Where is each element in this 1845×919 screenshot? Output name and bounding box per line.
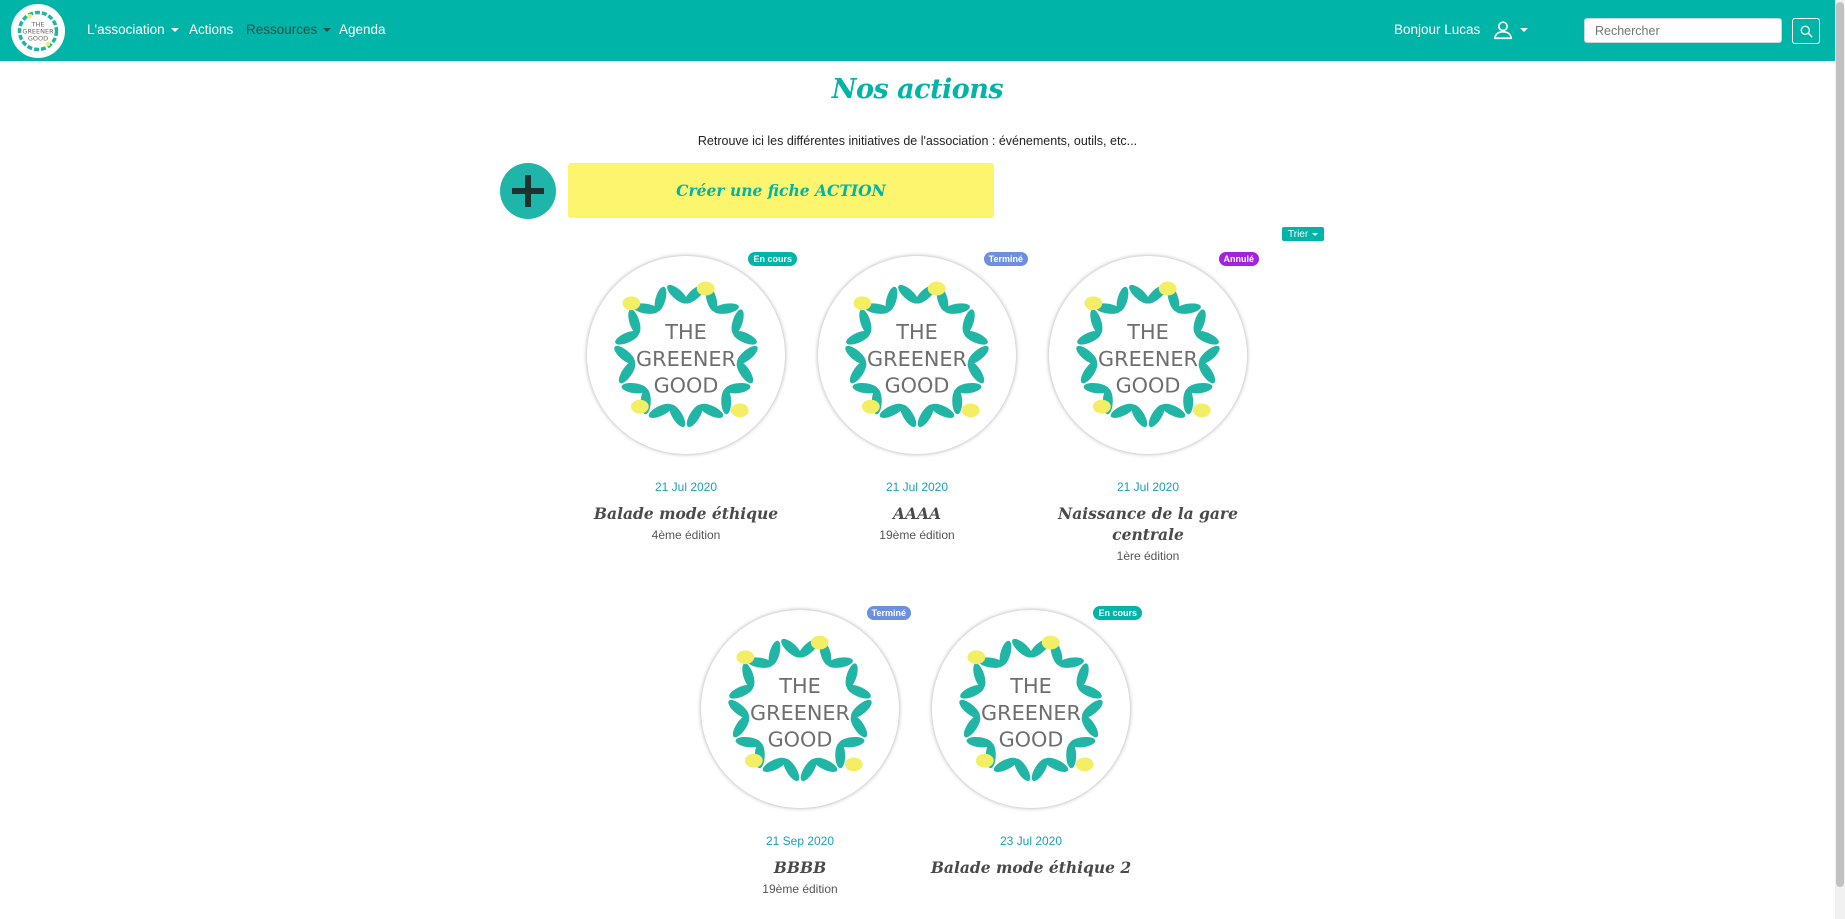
caret-down-icon — [1520, 28, 1528, 32]
caret-down-icon — [323, 28, 332, 33]
status-badge: En cours — [748, 252, 797, 266]
caret-down-icon — [1312, 232, 1319, 236]
sort-dropdown[interactable]: Trier — [1282, 227, 1325, 241]
svg-text:GREENER: GREENER — [981, 701, 1081, 725]
intro-text: Retrouve ici les différentes initiatives… — [697, 134, 1138, 148]
svg-text:THE: THE — [1009, 674, 1051, 698]
action-edition: 1ère édition — [1116, 549, 1180, 563]
nav-item-actions[interactable]: Actions — [189, 22, 233, 37]
action-title[interactable]: Balade mode éthique — [571, 503, 801, 524]
navbar: THE GREENER GOOD L'association Actions R… — [0, 0, 1835, 61]
user-greeting: Bonjour Lucas — [1394, 22, 1481, 37]
nav-item-label: L'association — [87, 22, 165, 37]
user-menu-button[interactable] — [1492, 19, 1528, 41]
action-card[interactable]: THE GREENER GOOD Terminé 21 Jul 2020 AAA… — [802, 252, 1032, 542]
svg-text:GOOD: GOOD — [999, 728, 1064, 752]
svg-text:GOOD: GOOD — [654, 374, 719, 398]
wreath-logo-icon: THE GREENER GOOD — [614, 281, 758, 427]
action-card[interactable]: THE GREENER GOOD Annulé 21 Jul 2020 Nais… — [1033, 252, 1263, 563]
action-title[interactable]: Naissance de la gare centrale — [1033, 503, 1263, 545]
user-icon — [1493, 21, 1513, 40]
wreath-logo-icon: THE GREENER GOOD — [959, 635, 1103, 781]
action-image[interactable]: THE GREENER GOOD Terminé — [701, 606, 911, 808]
search-button[interactable] — [1792, 18, 1820, 44]
action-date: 21 Sep 2020 — [765, 834, 835, 848]
svg-text:GOOD: GOOD — [28, 35, 48, 43]
status-badge: Annulé — [1218, 252, 1259, 266]
create-action-label: Créer une fiche ACTION — [676, 181, 886, 200]
logo[interactable]: THE GREENER GOOD — [11, 4, 65, 58]
action-image[interactable]: THE GREENER GOOD Annulé — [1049, 252, 1259, 454]
sort-label: Trier — [1288, 228, 1309, 240]
action-title[interactable]: BBBB — [685, 857, 915, 878]
status-badge: Terminé — [983, 252, 1028, 266]
action-edition: 19ème édition — [762, 882, 838, 896]
action-title[interactable]: AAAA — [802, 503, 1032, 524]
action-image[interactable]: THE GREENER GOOD Terminé — [818, 252, 1028, 454]
action-edition: 4ème édition — [651, 528, 721, 542]
action-card[interactable]: THE GREENER GOOD En cours 21 Jul 2020 Ba… — [571, 252, 801, 542]
status-badge: Terminé — [866, 606, 911, 620]
svg-text:THE: THE — [895, 320, 937, 344]
wreath-logo-icon: THE GREENER GOOD — [17, 10, 59, 52]
wreath-logo-icon: THE GREENER GOOD — [845, 281, 989, 427]
add-action-button[interactable] — [500, 163, 556, 219]
nav-item-association[interactable]: L'association — [87, 22, 179, 37]
action-card[interactable]: THE GREENER GOOD Terminé 21 Sep 2020 BBB… — [685, 606, 915, 896]
action-date: 21 Jul 2020 — [885, 480, 949, 494]
svg-text:THE: THE — [1126, 320, 1168, 344]
action-image[interactable]: THE GREENER GOOD En cours — [932, 606, 1142, 808]
svg-text:GREENER: GREENER — [636, 347, 736, 371]
svg-text:GREENER: GREENER — [750, 701, 850, 725]
action-date: 21 Jul 2020 — [1116, 480, 1180, 494]
status-badge: En cours — [1093, 606, 1142, 620]
page-title: Nos actions — [831, 74, 1004, 105]
caret-down-icon — [170, 28, 179, 33]
create-action-button[interactable]: Créer une fiche ACTION — [568, 163, 994, 218]
search-icon — [1800, 25, 1813, 38]
nav-item-label: Actions — [189, 22, 234, 37]
svg-text:GOOD: GOOD — [1116, 374, 1181, 398]
wreath-logo-icon: THE GREENER GOOD — [728, 635, 872, 781]
action-date: 23 Jul 2020 — [999, 834, 1063, 848]
svg-text:GOOD: GOOD — [768, 728, 833, 752]
wreath-logo-icon: THE GREENER GOOD — [1076, 281, 1220, 427]
action-edition: 19ème édition — [879, 528, 955, 542]
action-title[interactable]: Balade mode éthique 2 — [916, 857, 1146, 878]
nav-item-label: Ressources — [246, 22, 318, 37]
nav-item-ressources[interactable]: Ressources — [246, 22, 332, 37]
scrollbar-thumb[interactable] — [1836, 2, 1844, 887]
search-input[interactable] — [1584, 18, 1782, 43]
svg-text:GREENER: GREENER — [1098, 347, 1198, 371]
plus-icon — [512, 175, 544, 207]
svg-text:THE: THE — [778, 674, 820, 698]
svg-text:THE: THE — [664, 320, 706, 344]
nav-item-label: Agenda — [339, 22, 386, 37]
action-date: 21 Jul 2020 — [654, 480, 718, 494]
svg-text:GOOD: GOOD — [885, 374, 950, 398]
nav-item-agenda[interactable]: Agenda — [339, 22, 386, 37]
action-image[interactable]: THE GREENER GOOD En cours — [587, 252, 797, 454]
action-card[interactable]: THE GREENER GOOD En cours 23 Jul 2020 Ba… — [916, 606, 1146, 882]
svg-text:GREENER: GREENER — [867, 347, 967, 371]
